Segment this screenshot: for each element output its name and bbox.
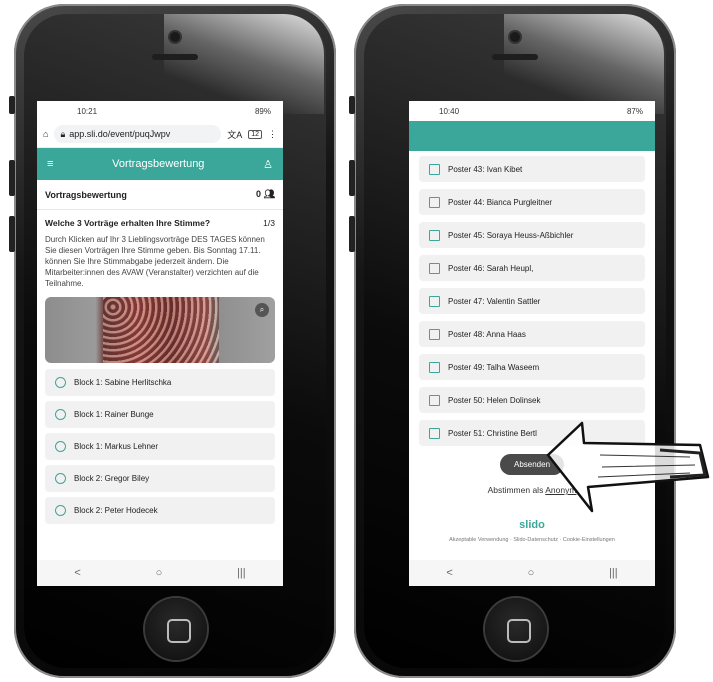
vote-option[interactable]: Block 2: Peter Hodecek [45,497,275,524]
url-text: app.sli.do/event/puqJwpv [69,129,171,139]
option-label: Block 1: Rainer Bunge [74,410,154,419]
tabs-count[interactable]: 12 [248,129,262,139]
option-label: Block 2: Peter Hodecek [74,506,158,515]
option-label: Block 1: Sabine Herlitschka [74,378,172,387]
checkbox-icon[interactable] [429,361,440,373]
translate-icon[interactable]: 文A [227,128,242,141]
vote-option[interactable]: Block 1: Rainer Bunge [45,401,275,428]
event-photo[interactable]: ⌕ [45,297,275,363]
mute-switch [9,96,15,114]
browser-url-bar: ⌂ 🔒︎ app.sli.do/event/puqJwpv 文A 12 ⋮ [37,121,283,148]
footer-links[interactable]: Akzeptable Verwendung · Slido-Datenschut… [409,537,655,543]
url-field[interactable]: 🔒︎ app.sli.do/event/puqJwpv [54,125,222,143]
checkbox-icon[interactable] [429,394,440,406]
vote-option[interactable]: Block 1: Markus Lehner [45,433,275,460]
android-nav-bar: < ○ ||| [37,560,283,586]
back-icon[interactable]: < [74,567,80,579]
status-bar: 10:40 87% [409,101,655,121]
checkbox-icon[interactable] [429,295,440,307]
section-header: Vortragsbewertung 0 👥︎ [37,180,283,210]
poster-list: Poster 43: Ivan Kibet Poster 44: Bianca P… [409,151,655,446]
option-label: Block 2: Gregor Biley [74,474,150,483]
option-label: Poster 45: Soraya Heuss-Aßbichler [448,230,574,240]
checkbox-icon[interactable] [429,163,440,175]
radio-icon[interactable] [55,377,66,388]
recent-apps-icon[interactable]: ||| [609,567,618,579]
app-header: ≡ Vortragsbewertung ♙ [37,148,283,180]
participants-icon: 👥︎ [263,189,275,199]
poster-option[interactable]: Poster 46: Sarah Heupl, [419,255,645,281]
status-bar: 10:21 89% [37,101,283,121]
back-icon[interactable]: < [446,567,452,579]
option-label: Poster 44: Bianca Purgleitner [448,197,553,207]
status-time: 10:21 [77,106,98,116]
option-label: Poster 50: Helen Dolinsek [448,395,541,405]
vote-option[interactable]: Block 1: Sabine Herlitschka [45,369,275,396]
battery-indicator: 87% [626,106,643,116]
volume-down-button [349,216,355,252]
home-nav-icon[interactable]: ○ [528,567,535,579]
front-camera [170,32,180,42]
question-description: Durch Klicken auf Ihr 3 Lieblingsvorträg… [45,235,265,288]
poster-option[interactable]: Poster 44: Bianca Purgleitner [419,189,645,215]
audience-image [103,297,219,363]
poster-option[interactable]: Poster 50: Helen Dolinsek [419,387,645,413]
battery-indicator: 89% [254,106,271,116]
volume-up-button [349,160,355,196]
screen-left: 10:21 89% ⌂ 🔒︎ app.sli.do/event/puqJwpv … [37,101,283,586]
section-title: Vortragsbewertung [45,189,127,200]
poster-option[interactable]: Poster 47: Valentin Sattler [419,288,645,314]
option-label: Block 1: Markus Lehner [74,442,159,451]
checkbox-icon[interactable] [429,328,440,340]
radio-icon[interactable] [55,505,66,516]
option-label: Poster 51: Christine Bertl [448,428,537,438]
option-label: Poster 49: Talha Waseem [448,362,540,372]
poster-option[interactable]: Poster 49: Talha Waseem [419,354,645,380]
poster-option[interactable]: Poster 48: Anna Haas [419,321,645,347]
front-camera [510,32,520,42]
menu-icon[interactable]: ≡ [47,158,53,170]
radio-icon[interactable] [55,473,66,484]
home-icon[interactable]: ⌂ [43,129,48,139]
glare [164,14,324,114]
checkbox-icon[interactable] [429,196,440,208]
hand-drawn-arrow [546,421,710,513]
radio-icon[interactable] [55,441,66,452]
home-square-icon [167,619,191,643]
lock-icon: 🔒︎ [60,128,66,139]
more-icon[interactable]: ⋮ [268,129,277,140]
app-header [409,121,655,151]
option-label: Poster 46: Sarah Heupl, [448,263,534,273]
option-label: Poster 43: Ivan Kibet [448,164,523,174]
checkbox-icon[interactable] [429,427,440,439]
radio-icon[interactable] [55,409,66,420]
home-square-icon [507,619,531,643]
glare [504,14,664,114]
status-time: 10:40 [439,106,460,116]
user-icon[interactable]: ♙ [263,158,273,171]
earpiece [152,54,198,60]
zoom-icon[interactable]: ⌕ [255,303,269,317]
poster-option[interactable]: Poster 45: Soraya Heuss-Aßbichler [419,222,645,248]
recent-apps-icon[interactable]: ||| [237,567,246,579]
poster-option[interactable]: Poster 43: Ivan Kibet [419,156,645,182]
participants-count: 0 👥︎ [256,189,275,199]
android-nav-bar: < ○ ||| [409,560,655,586]
home-nav-icon[interactable]: ○ [156,567,163,579]
mute-switch [349,96,355,114]
checkbox-icon[interactable] [429,262,440,274]
option-label: Poster 47: Valentin Sattler [448,296,541,306]
question-progress: 1/3 [263,218,275,228]
app-title: Vortragsbewertung [112,158,205,170]
question-block: Welche 3 Vorträge erhalten Ihre Stimme? … [37,210,283,289]
vote-option[interactable]: Block 2: Gregor Biley [45,465,275,492]
volume-up-button [9,160,15,196]
option-label: Poster 48: Anna Haas [448,329,526,339]
earpiece [492,54,538,60]
checkbox-icon[interactable] [429,229,440,241]
question-title: Welche 3 Vorträge erhalten Ihre Stimme? [45,218,211,228]
volume-down-button [9,216,15,252]
